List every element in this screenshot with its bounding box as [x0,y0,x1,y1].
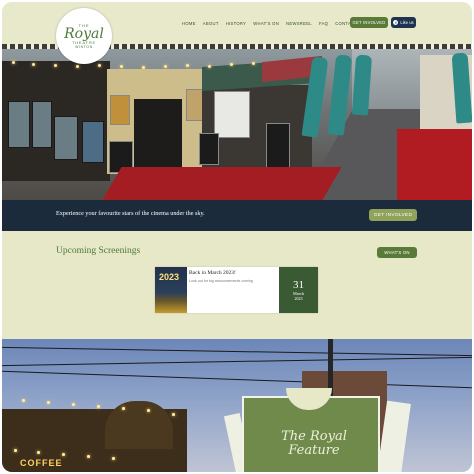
tagline-text: Experience your favourite stars of the c… [56,210,205,217]
hero-entrance-door [134,99,182,174]
royal-feature-logo: The Royal Feature [274,430,354,458]
power-line [2,370,472,389]
theatre-facade-sign [105,401,173,449]
nav-newsreel[interactable]: NEWSREEL [286,21,312,26]
royal-theatre-logo[interactable]: THE Royal THEATRE WINTON [56,8,112,64]
screening-title: Back in March 2023! [189,270,236,276]
poster-frame [82,121,104,163]
feature-line-1: The Royal [281,429,347,444]
page-frame: HOME ABOUT HISTORY WHAT'S ON NEWSREEL FA… [2,2,472,472]
string-lights [2,59,322,69]
shop-window [54,116,78,160]
get-involved-button[interactable]: GET INVOLVED [350,17,388,28]
screening-date-block: 31 March 2023 [279,267,318,313]
logo-royal: Royal [64,26,104,42]
screening-day: 31 [293,279,304,291]
sandwich-board [199,133,219,165]
main-nav: HOME ABOUT HISTORY WHAT'S ON NEWSREEL FA… [182,21,357,26]
feature-line-2: Feature [288,443,340,458]
nav-whats-on[interactable]: WHAT'S ON [253,21,279,26]
facebook-icon: f [393,20,399,25]
power-line [2,346,472,357]
thumbnail-year: 2023 [159,272,180,282]
power-line [2,356,472,367]
screening-thumbnail: 2023 [155,267,187,313]
whats-on-button[interactable]: WHAT'S ON [377,247,417,258]
nav-history[interactable]: HISTORY [226,21,247,26]
facebook-like-button[interactable]: f Like us [391,17,416,28]
hero-red-carpet-right [397,129,472,200]
hero-shopfront-left [2,61,110,181]
shop-window [8,101,30,148]
notice-board [214,91,250,138]
logo-town: WINTON [75,45,93,49]
nav-about[interactable]: ABOUT [203,21,219,26]
get-involved-button-secondary[interactable]: GET INVOLVED [369,209,417,221]
upcoming-screenings-heading: Upcoming Screenings [56,246,141,256]
shop-window [32,101,52,148]
like-us-label: Like us [400,20,414,25]
hero-image [2,49,472,200]
screening-card[interactable]: 2023 Back in March 2023! Look out for bi… [155,267,318,313]
screening-year: 2023 [294,296,303,301]
hero-red-carpet [102,167,342,200]
nav-faq[interactable]: FAQ [319,21,328,26]
movie-poster [110,95,130,125]
screening-subtitle: Look out for big announcements coming [189,279,253,283]
nav-home[interactable]: HOME [182,21,196,26]
coffee-shop-sign: COFFEE [20,458,63,468]
